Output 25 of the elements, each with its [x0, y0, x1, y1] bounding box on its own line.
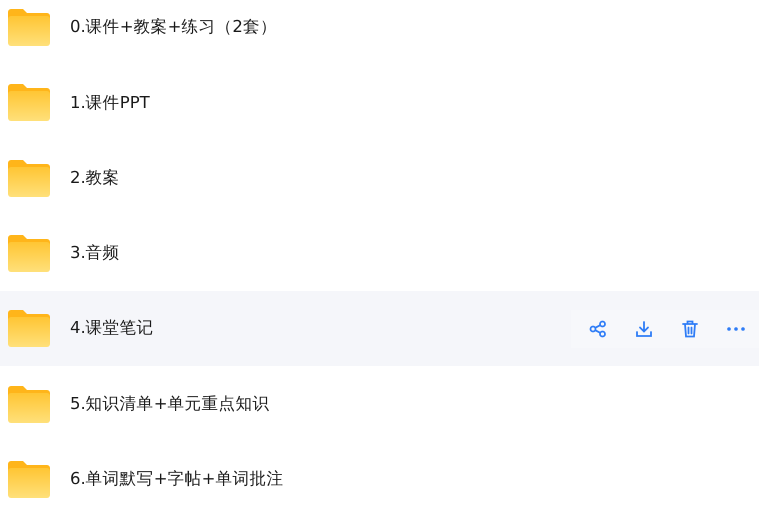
share-icon	[589, 320, 607, 338]
folder-name: 0.课件+教案+练习（2套）	[70, 16, 277, 38]
folder-name: 3.音频	[70, 242, 120, 264]
folder-icon	[8, 310, 50, 348]
folder-icon	[8, 84, 50, 122]
folder-icon	[8, 460, 50, 498]
download-icon	[635, 320, 653, 338]
folder-name: 5.知识清单+单元重点知识	[70, 392, 270, 415]
folder-row-highlight[interactable]: 4.课堂笔记	[0, 291, 759, 366]
folder-row[interactable]: 3.音频	[0, 216, 759, 292]
folder-name: 6.单词默写+字帖+单词批注	[70, 468, 284, 490]
folder-name: 1.课件PPT	[70, 92, 150, 114]
folder-name: 4.课堂笔记	[70, 317, 154, 340]
folder-row[interactable]: 0.课件+教案+练习（2套）	[0, 0, 759, 66]
folder-icon	[8, 9, 50, 46]
more-icon	[727, 326, 745, 331]
folder-row[interactable]: 6.单词默写+字帖+单词批注	[0, 442, 759, 510]
trash-icon	[682, 320, 698, 338]
folder-row[interactable]: 5.知识清单+单元重点知识	[0, 366, 759, 442]
folder-icon	[8, 386, 50, 423]
folder-name: 2.教案	[70, 166, 120, 189]
folder-row[interactable]: 2.教案	[0, 140, 759, 216]
folder-row[interactable]: 1.课件PPT	[0, 65, 759, 141]
folder-icon	[8, 160, 50, 197]
folder-icon	[8, 235, 50, 272]
